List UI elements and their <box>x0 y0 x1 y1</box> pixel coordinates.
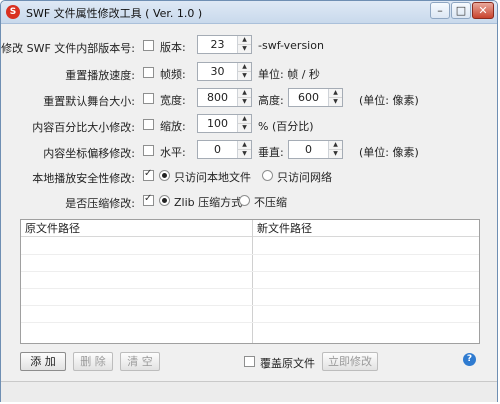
file-table[interactable]: 原文件路径 新文件路径 <box>20 219 480 344</box>
scale-label: 缩放: <box>160 120 186 133</box>
down-arrow-icon[interactable]: ▼ <box>238 72 251 80</box>
compress-row-label: 是否压缩修改: <box>65 197 135 210</box>
down-arrow-icon[interactable]: ▼ <box>238 124 251 132</box>
offset-suffix: (单位: 像素) <box>359 146 419 159</box>
scale-stepper[interactable]: 100 ▲ ▼ <box>197 114 252 133</box>
up-arrow-icon[interactable]: ▲ <box>238 89 251 98</box>
local-access-label: 只访问本地文件 <box>174 171 251 184</box>
version-value: 23 <box>210 38 225 51</box>
no-compress-label: 不压缩 <box>254 196 287 209</box>
row-divider <box>21 271 479 272</box>
app-logo-icon: S <box>6 5 20 19</box>
new-path-header[interactable]: 新文件路径 <box>253 220 479 237</box>
fps-row-label: 重置播放速度: <box>65 69 135 82</box>
fps-checkbox[interactable] <box>143 67 154 78</box>
vertical-stepper[interactable]: 0 ▲ ▼ <box>288 140 343 159</box>
version-suffix: -swf-version <box>258 39 324 52</box>
size-row-label: 重置默认舞台大小: <box>43 95 135 108</box>
height-stepper[interactable]: 600 ▲ ▼ <box>288 88 343 107</box>
security-checkbox[interactable] <box>143 168 154 181</box>
horizontal-value: 0 <box>214 143 221 156</box>
zlib-label: Zlib 压缩方式 <box>174 196 243 209</box>
width-stepper[interactable]: 800 ▲ ▼ <box>197 88 252 107</box>
scale-suffix: % (百分比) <box>258 120 314 133</box>
help-icon[interactable]: ? <box>463 353 476 366</box>
down-arrow-icon[interactable]: ▼ <box>329 150 342 158</box>
row-divider <box>21 254 479 255</box>
height-label: 高度: <box>258 94 284 107</box>
size-suffix: (单位: 像素) <box>359 94 419 107</box>
title-bar: S SWF 文件属性修改工具 ( Ver. 1.0 ) – □ ✕ <box>1 1 497 24</box>
horizontal-label: 水平: <box>160 146 186 159</box>
no-compress-radio[interactable] <box>239 195 250 206</box>
fps-stepper[interactable]: 30 ▲ ▼ <box>197 62 252 81</box>
offset-checkbox[interactable] <box>143 145 154 156</box>
row-divider <box>21 322 479 323</box>
fps-value: 30 <box>210 65 225 78</box>
clear-button[interactable]: 清 空 <box>120 352 160 371</box>
up-arrow-icon[interactable]: ▲ <box>238 141 251 150</box>
column-divider[interactable] <box>252 220 253 343</box>
network-access-radio[interactable] <box>262 170 273 181</box>
network-access-label: 只访问网络 <box>277 171 332 184</box>
down-arrow-icon[interactable]: ▼ <box>329 98 342 106</box>
up-arrow-icon[interactable]: ▲ <box>238 36 251 45</box>
offset-row-label: 内容坐标偏移修改: <box>43 147 135 160</box>
overwrite-label: 覆盖原文件 <box>260 357 315 370</box>
down-arrow-icon[interactable]: ▼ <box>238 98 251 106</box>
delete-button[interactable]: 删 除 <box>73 352 113 371</box>
apply-button[interactable]: 立即修改 <box>322 352 378 371</box>
compress-checkbox[interactable] <box>143 193 154 206</box>
add-button[interactable]: 添 加 <box>20 352 66 371</box>
vertical-value: 0 <box>305 143 312 156</box>
scale-value: 100 <box>207 117 228 130</box>
fps-label: 帧频: <box>160 68 186 81</box>
up-arrow-icon[interactable]: ▲ <box>329 141 342 150</box>
version-stepper[interactable]: 23 ▲ ▼ <box>197 35 252 54</box>
height-value: 600 <box>298 91 319 104</box>
fps-suffix: 单位: 帧 / 秒 <box>258 68 320 81</box>
down-arrow-icon[interactable]: ▼ <box>238 150 251 158</box>
vertical-label: 垂直: <box>258 146 284 159</box>
row-divider <box>21 305 479 306</box>
close-button[interactable]: ✕ <box>472 2 494 19</box>
width-label: 宽度: <box>160 94 186 107</box>
up-arrow-icon[interactable]: ▲ <box>329 89 342 98</box>
width-value: 800 <box>207 91 228 104</box>
security-row-label: 本地播放安全性修改: <box>32 172 135 185</box>
size-checkbox[interactable] <box>143 93 154 104</box>
row-divider <box>21 288 479 289</box>
version-row-label: 修改 SWF 文件内部版本号: <box>1 42 135 55</box>
horizontal-stepper[interactable]: 0 ▲ ▼ <box>197 140 252 159</box>
app-window: S SWF 文件属性修改工具 ( Ver. 1.0 ) – □ ✕ 修改 SWF… <box>0 0 498 402</box>
minimize-button[interactable]: – <box>430 2 450 19</box>
status-bar <box>1 381 497 402</box>
up-arrow-icon[interactable]: ▲ <box>238 115 251 124</box>
overwrite-checkbox[interactable] <box>244 356 255 367</box>
version-label: 版本: <box>160 41 186 54</box>
up-arrow-icon[interactable]: ▲ <box>238 63 251 72</box>
local-access-radio[interactable] <box>159 170 170 181</box>
scale-checkbox[interactable] <box>143 119 154 130</box>
zlib-radio[interactable] <box>159 195 170 206</box>
down-arrow-icon[interactable]: ▼ <box>238 45 251 53</box>
scale-row-label: 内容百分比大小修改: <box>32 121 135 134</box>
maximize-button[interactable]: □ <box>451 2 471 19</box>
version-checkbox[interactable] <box>143 40 154 51</box>
source-path-header[interactable]: 原文件路径 <box>21 220 252 237</box>
window-title: SWF 文件属性修改工具 ( Ver. 1.0 ) <box>26 7 203 20</box>
